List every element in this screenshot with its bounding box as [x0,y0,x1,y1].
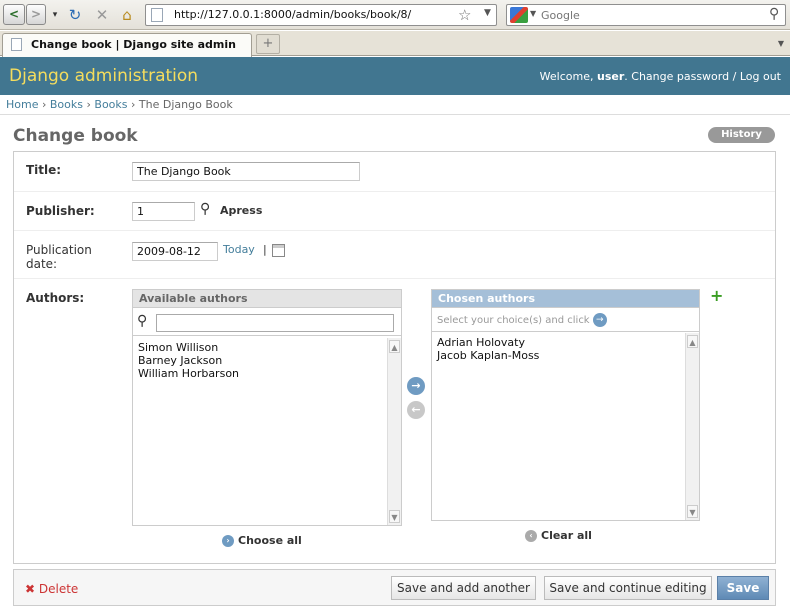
breadcrumb-home[interactable]: Home [6,98,38,111]
available-filter-input[interactable] [156,314,394,332]
scroll-down-icon[interactable]: ▼ [389,510,400,523]
publication-date-label: Publication date: [26,243,92,271]
site-branding[interactable]: Django administration [9,66,198,86]
available-filter: ⚲ [133,308,401,336]
delete-label: Delete [38,582,79,596]
history-dropdown-icon[interactable]: ▾ [45,5,65,25]
welcome-text: Welcome, [539,70,594,83]
address-bar[interactable]: http://127.0.0.1:8000/admin/books/book/8… [145,4,497,26]
page-title: Change book [13,126,138,146]
back-button[interactable]: < [3,4,25,25]
publication-date-label-line2: date: [26,257,58,271]
tab-title: Change book | Django site admin [31,38,236,51]
stop-icon[interactable]: ✕ [92,5,112,25]
publication-date-label-line1: Publication [26,243,92,257]
available-authors-box: Available authors ⚲ Simon Willison Barne… [132,289,402,526]
tools-separator: / [732,70,737,83]
list-item[interactable]: Barney Jackson [133,354,401,367]
url-dropdown-icon[interactable]: ▼ [484,8,491,18]
search-bar[interactable]: ▼ ⚲ [506,4,786,26]
admin-header: Django administration Welcome, user. Cha… [0,57,790,95]
breadcrumb-app[interactable]: Books [50,98,83,111]
date-separator: | [263,243,267,256]
clear-all-link[interactable]: ‹ Clear all [525,529,592,542]
delete-x-icon: ✖ [25,582,36,596]
page-icon [11,38,22,51]
add-selected-button[interactable]: → [407,377,425,395]
tab-change-book[interactable]: Change book | Django site admin [2,33,252,57]
list-item[interactable]: William Horbarson [133,367,401,380]
logout-link[interactable]: Log out [740,70,781,83]
form-row-authors: Authors: Available authors ⚲ Simon Willi… [14,279,775,563]
tab-strip: Change book | Django site admin + ▼ [0,31,790,57]
username: user [597,70,625,83]
google-icon[interactable] [510,7,528,23]
breadcrumb-separator: › [41,98,47,111]
new-tab-button[interactable]: + [256,34,280,54]
save-continue-button[interactable]: Save and continue editing [544,576,712,600]
scrollbar[interactable]: ▲ ▼ [685,333,699,520]
available-authors-title: Available authors [133,290,401,308]
publisher-id-input[interactable] [132,202,195,221]
forward-button[interactable]: > [26,4,46,25]
search-engine-dropdown-icon[interactable]: ▼ [530,9,536,18]
url-text[interactable]: http://127.0.0.1:8000/admin/books/book/8… [174,8,411,21]
user-tools: Welcome, user. Change password / Log out [539,70,781,83]
search-input[interactable] [541,7,761,23]
form-row-publisher: Publisher: ⚲ Apress [14,192,775,231]
chosen-hint-text: Select your choice(s) and click [437,315,590,326]
list-item[interactable]: Jacob Kaplan-Moss [432,349,699,362]
title-input[interactable] [132,162,360,181]
save-button[interactable]: Save [717,576,769,600]
lookup-icon[interactable]: ⚲ [200,201,210,217]
chosen-authors-title: Chosen authors [432,290,699,308]
page-icon [151,8,163,22]
change-password-link[interactable]: Change password [631,70,729,83]
scroll-up-icon[interactable]: ▲ [389,340,400,353]
browser-toolbar: < > ▾ ↻ ✕ ⌂ http://127.0.0.1:8000/admin/… [0,0,790,30]
chosen-authors-box: Chosen authors Select your choice(s) and… [431,289,700,521]
today-link[interactable]: Today [223,243,255,256]
save-add-another-button[interactable]: Save and add another [391,576,536,600]
history-button[interactable]: History [708,127,775,143]
title-label: Title: [26,163,62,177]
calendar-icon[interactable] [272,244,285,257]
submit-row: ✖ Delete Save and add another Save and c… [13,569,776,606]
delete-link[interactable]: ✖ Delete [25,582,78,596]
form-row-title: Title: [14,152,775,192]
breadcrumb: Home › Books › Books › The Django Book [0,95,790,115]
clear-all-label: Clear all [541,529,592,542]
add-author-icon[interactable]: + [710,286,723,305]
list-item[interactable]: Simon Willison [133,341,401,354]
authors-label: Authors: [26,291,85,305]
publication-date-input[interactable] [132,242,218,261]
breadcrumb-separator: › [131,98,136,111]
arrow-left-icon: ‹ [525,530,537,542]
remove-selected-button[interactable]: ← [407,401,425,419]
breadcrumb-separator: › [86,98,91,111]
publisher-display: Apress [220,204,263,217]
change-form: Title: Publisher: ⚲ Apress Publication d… [13,151,776,564]
chosen-hint: Select your choice(s) and click → [432,308,699,332]
scroll-down-icon[interactable]: ▼ [687,505,698,518]
arrow-right-icon: › [222,535,234,547]
list-item[interactable]: Adrian Holovaty [432,336,699,349]
choose-all-link[interactable]: › Choose all [222,534,302,547]
publisher-label: Publisher: [26,204,95,218]
breadcrumb-model[interactable]: Books [94,98,127,111]
scrollbar[interactable]: ▲ ▼ [387,338,401,525]
search-icon[interactable]: ⚲ [769,6,779,22]
reload-icon[interactable]: ↻ [65,5,85,25]
chosen-authors-list[interactable]: Adrian Holovaty Jacob Kaplan-Moss ▲ ▼ [432,333,699,520]
home-icon[interactable]: ⌂ [117,5,137,25]
form-row-publication-date: Publication date: Today | [14,231,775,279]
available-authors-list[interactable]: Simon Willison Barney Jackson William Ho… [133,338,401,525]
search-icon: ⚲ [137,313,148,329]
choose-all-label: Choose all [238,534,302,547]
breadcrumb-current: The Django Book [138,98,233,111]
list-tabs-icon[interactable]: ▼ [774,34,788,54]
arrow-right-icon: → [592,313,607,327]
bookmark-star-icon[interactable]: ☆ [458,6,471,24]
scroll-up-icon[interactable]: ▲ [687,335,698,348]
